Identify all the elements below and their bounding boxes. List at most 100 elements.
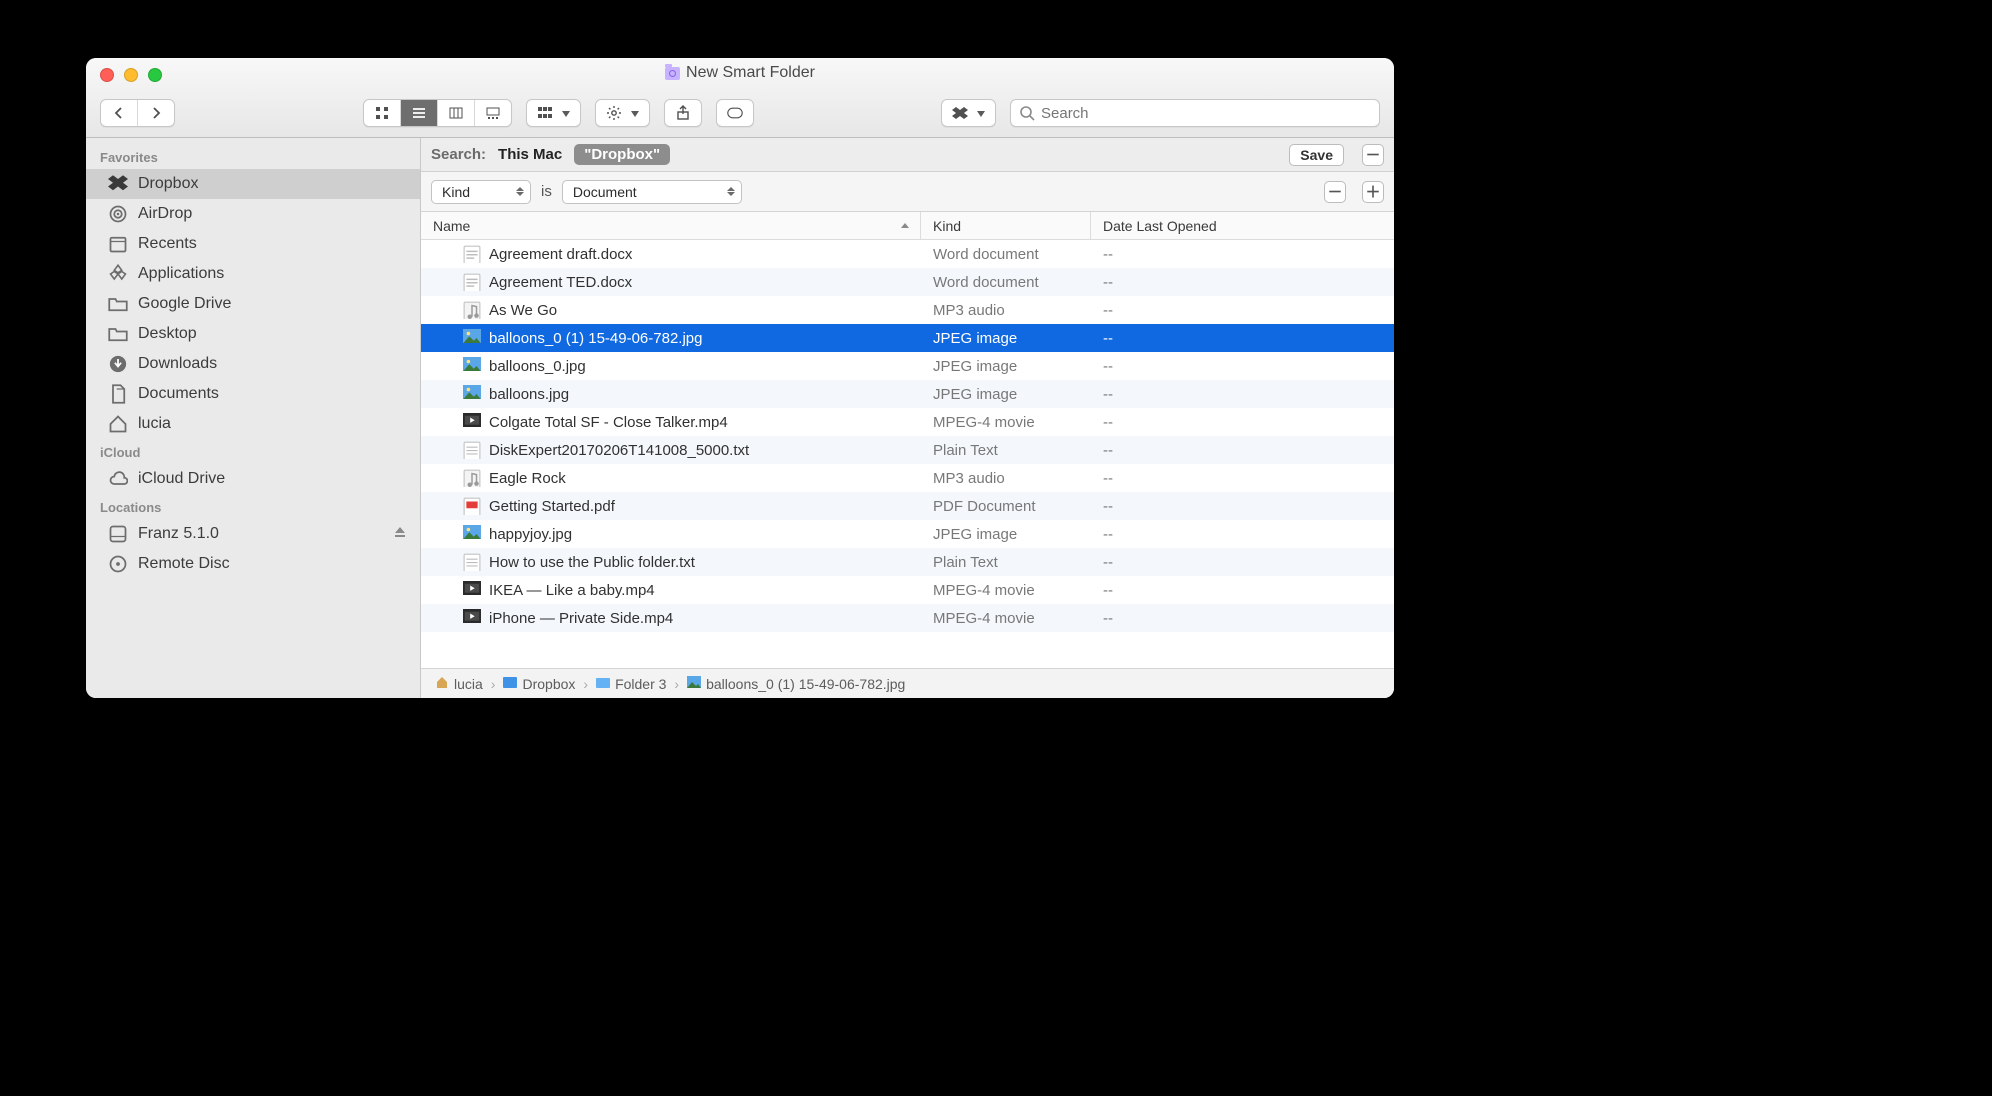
zoom-button[interactable] [148, 68, 162, 82]
column-kind[interactable]: Kind [921, 212, 1091, 239]
file-kind: Word document [921, 246, 1091, 263]
chevron-right-icon: › [491, 676, 496, 692]
sidebar-item-franz-5.1.0[interactable]: Franz 5.1.0 [86, 519, 420, 549]
file-name: iPhone — Private Side.mp4 [489, 610, 673, 627]
path-segment[interactable]: balloons_0 (1) 15-49-06-782.jpg [687, 675, 905, 692]
list-view-button[interactable] [401, 100, 438, 126]
table-row[interactable]: Eagle RockMP3 audio-- [421, 464, 1394, 492]
action-button[interactable] [595, 99, 650, 127]
sidebar-section-label: iCloud [86, 439, 420, 464]
sidebar-item-documents[interactable]: Documents [86, 379, 420, 409]
tags-button[interactable] [716, 99, 754, 127]
minimize-button[interactable] [124, 68, 138, 82]
table-row[interactable]: IKEA — Like a baby.mp4MPEG-4 movie-- [421, 576, 1394, 604]
file-date: -- [1091, 330, 1394, 347]
table-row[interactable]: How to use the Public folder.txtPlain Te… [421, 548, 1394, 576]
file-name: balloons_0.jpg [489, 358, 586, 375]
sidebar-item-applications[interactable]: Applications [86, 259, 420, 289]
main-panel: Search: This Mac "Dropbox" Save － Kind i… [421, 138, 1394, 698]
table-row[interactable]: DiskExpert20170206T141008_5000.txtPlain … [421, 436, 1394, 464]
scope-this-mac[interactable]: This Mac [498, 146, 562, 163]
table-row[interactable]: balloons_0 (1) 15-49-06-782.jpgJPEG imag… [421, 324, 1394, 352]
img-icon [687, 675, 701, 692]
rule-attribute-select[interactable]: Kind [431, 180, 531, 204]
tag-icon [727, 105, 743, 121]
sidebar-item-downloads[interactable]: Downloads [86, 349, 420, 379]
table-row[interactable]: Agreement draft.docxWord document-- [421, 240, 1394, 268]
rule-operator: is [541, 183, 552, 200]
close-button[interactable] [100, 68, 114, 82]
file-date: -- [1091, 470, 1394, 487]
forward-button[interactable] [138, 100, 174, 126]
sidebar-item-google-drive[interactable]: Google Drive [86, 289, 420, 319]
folder-icon [596, 675, 610, 692]
gallery-icon [485, 105, 501, 121]
sidebar-section-label: Locations [86, 494, 420, 519]
file-date: -- [1091, 582, 1394, 599]
column-view-button[interactable] [438, 100, 475, 126]
file-kind: MPEG-4 movie [921, 414, 1091, 431]
table-row[interactable]: Agreement TED.docxWord document-- [421, 268, 1394, 296]
eject-icon[interactable] [394, 525, 406, 543]
chevron-down-icon [974, 104, 985, 122]
window-title-text: New Smart Folder [686, 64, 815, 82]
remove-all-rules-button[interactable]: － [1362, 144, 1384, 166]
add-rule-button[interactable]: ＋ [1362, 181, 1384, 203]
file-date: -- [1091, 246, 1394, 263]
share-icon [675, 105, 691, 121]
recents-icon [108, 234, 128, 254]
column-name[interactable]: Name [421, 212, 921, 239]
column-date[interactable]: Date Last Opened [1091, 218, 1394, 234]
table-row[interactable]: Colgate Total SF - Close Talker.mp4MPEG-… [421, 408, 1394, 436]
table-row[interactable]: As We GoMP3 audio-- [421, 296, 1394, 324]
sidebar-item-remote-disc[interactable]: Remote Disc [86, 549, 420, 579]
table-row[interactable]: Getting Started.pdfPDF Document-- [421, 492, 1394, 520]
table-row[interactable]: balloons.jpgJPEG image-- [421, 380, 1394, 408]
scope-dropbox[interactable]: "Dropbox" [574, 144, 670, 165]
chevron-down-icon [559, 104, 570, 122]
file-date: -- [1091, 386, 1394, 403]
save-button[interactable]: Save [1289, 144, 1344, 166]
icon-view-button[interactable] [364, 100, 401, 126]
gallery-view-button[interactable] [475, 100, 511, 126]
path-segment[interactable]: lucia [435, 675, 483, 692]
file-kind: MP3 audio [921, 470, 1091, 487]
sidebar-item-dropbox[interactable]: Dropbox [86, 169, 420, 199]
search-input[interactable] [1041, 105, 1371, 122]
path-segment[interactable]: Dropbox [503, 675, 575, 692]
rule-value-select[interactable]: Document [562, 180, 742, 204]
sidebar-item-label: Google Drive [138, 295, 231, 313]
file-list[interactable]: Agreement draft.docxWord document--Agree… [421, 240, 1394, 668]
smart-folder-icon [665, 67, 680, 80]
titlebar: New Smart Folder [86, 58, 1394, 138]
table-row[interactable]: iPhone — Private Side.mp4MPEG-4 movie-- [421, 604, 1394, 632]
table-row[interactable]: balloons_0.jpgJPEG image-- [421, 352, 1394, 380]
dropbox-toolbar-button[interactable] [941, 99, 996, 127]
sidebar-item-lucia[interactable]: lucia [86, 409, 420, 439]
file-name: happyjoy.jpg [489, 526, 572, 543]
vid-file-icon [463, 581, 481, 599]
txt-file-icon [463, 553, 481, 571]
sidebar-item-desktop[interactable]: Desktop [86, 319, 420, 349]
path-segment[interactable]: Folder 3 [596, 675, 666, 692]
img-file-icon [463, 525, 481, 543]
sidebar-item-recents[interactable]: Recents [86, 229, 420, 259]
share-button[interactable] [664, 99, 702, 127]
sidebar-item-label: Recents [138, 235, 197, 253]
airdrop-icon [108, 204, 128, 224]
doc-file-icon [463, 273, 481, 291]
finder-window: New Smart Folder [86, 58, 1394, 698]
sidebar-item-label: Applications [138, 265, 224, 283]
back-button[interactable] [101, 100, 138, 126]
remove-rule-button[interactable]: － [1324, 181, 1346, 203]
nav-buttons [100, 99, 175, 127]
vid-file-icon [463, 413, 481, 431]
table-row[interactable]: happyjoy.jpgJPEG image-- [421, 520, 1394, 548]
sidebar-item-airdrop[interactable]: AirDrop [86, 199, 420, 229]
search-rule-bar: Kind is Document － ＋ [421, 172, 1394, 212]
file-kind: JPEG image [921, 330, 1091, 347]
arrange-button[interactable] [526, 99, 581, 127]
file-name: balloons.jpg [489, 386, 569, 403]
search-field[interactable] [1010, 99, 1380, 127]
sidebar-item-icloud-drive[interactable]: iCloud Drive [86, 464, 420, 494]
